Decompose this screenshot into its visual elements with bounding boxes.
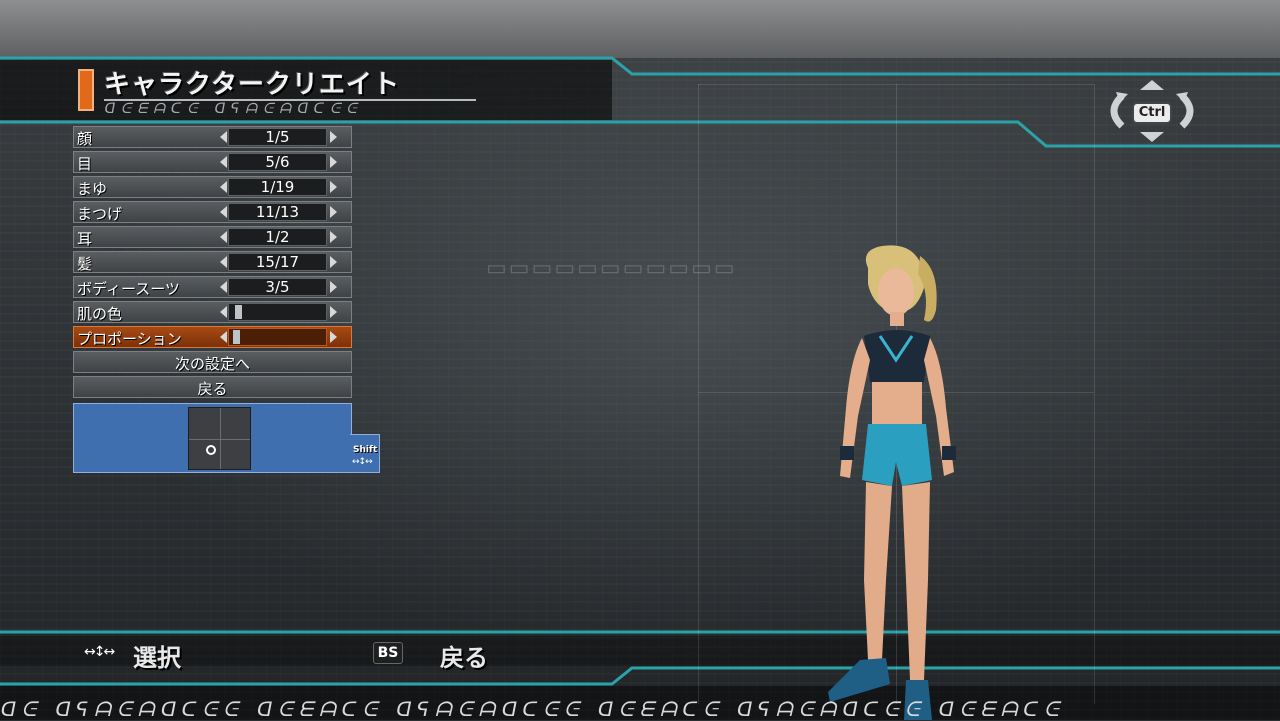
grid-line bbox=[220, 408, 221, 469]
dpad-icon: ↔↕↔ bbox=[84, 644, 115, 660]
left-arrow-icon[interactable] bbox=[220, 256, 227, 268]
left-arrow-icon[interactable] bbox=[220, 231, 227, 243]
row-label: 顔 bbox=[77, 130, 93, 148]
right-arrow-icon[interactable] bbox=[330, 131, 337, 143]
left-arrow-icon[interactable] bbox=[220, 331, 227, 343]
row-label: プロポーション bbox=[77, 330, 182, 348]
right-arrow-icon[interactable] bbox=[330, 256, 337, 268]
menu-row-hair[interactable]: 髪 15/17 bbox=[73, 251, 352, 273]
right-arrow-icon[interactable] bbox=[330, 306, 337, 318]
row-label: まつげ bbox=[77, 205, 123, 223]
row-value: 3/5 bbox=[265, 278, 290, 296]
menu-row-eyes[interactable]: 目 5/6 bbox=[73, 151, 352, 173]
back-button[interactable]: 戻る bbox=[73, 376, 352, 398]
viewport-border bbox=[1094, 84, 1095, 704]
position-grid[interactable] bbox=[188, 407, 251, 470]
menu-row-skin-color[interactable]: 肌の色 bbox=[73, 301, 352, 323]
slider-knob[interactable] bbox=[232, 330, 240, 344]
viewport-border bbox=[698, 84, 699, 704]
creation-menu: 顔 1/5 目 5/6 まゆ 1/19 まつげ 11/13 耳 1/2 髪 15… bbox=[73, 126, 352, 401]
menu-row-bodysuit[interactable]: ボディースーツ 3/5 bbox=[73, 276, 352, 298]
menu-row-face[interactable]: 顔 1/5 bbox=[73, 126, 352, 148]
bottom-decoration: ᗡᕮ ᗡᕋᗩᕮᗩᗡᑕᕮᕮ ᗡᕮᗴᗩᑕᕮ ᗡᕋᗩᕮᗩᗡᑕᕮᕮ ᗡᕮᗴᗩᑕᕮ ᗡᕋᗩ… bbox=[0, 697, 1065, 721]
ctrl-key-badge: Ctrl bbox=[1132, 102, 1172, 124]
right-arrow-icon[interactable] bbox=[330, 181, 337, 193]
button-label: 戻る bbox=[197, 380, 228, 398]
row-value: 15/17 bbox=[255, 253, 300, 271]
right-arrow-icon[interactable] bbox=[330, 231, 337, 243]
slider-track[interactable] bbox=[228, 328, 327, 346]
title-accent-bar bbox=[78, 69, 94, 111]
right-arrow-icon[interactable] bbox=[330, 281, 337, 293]
row-value: 5/6 bbox=[265, 153, 290, 171]
right-arrow-icon[interactable] bbox=[330, 206, 337, 218]
shift-key-label: Shift bbox=[353, 445, 378, 455]
bs-key-badge: BS bbox=[373, 642, 403, 664]
row-label: 肌の色 bbox=[77, 305, 123, 323]
row-label: 耳 bbox=[77, 230, 93, 248]
menu-row-proportion[interactable]: プロポーション bbox=[73, 326, 352, 348]
character-model bbox=[828, 245, 956, 720]
row-value: 11/13 bbox=[255, 203, 300, 221]
menu-row-eyelashes[interactable]: まつげ 11/13 bbox=[73, 201, 352, 223]
left-arrow-icon[interactable] bbox=[220, 131, 227, 143]
row-label: まゆ bbox=[77, 180, 108, 198]
button-label: 次の設定へ bbox=[174, 355, 250, 373]
crosshair-icon[interactable] bbox=[206, 445, 216, 455]
next-settings-button[interactable]: 次の設定へ bbox=[73, 351, 352, 373]
menu-row-eyebrows[interactable]: まゆ 1/19 bbox=[73, 176, 352, 198]
menu-row-ears[interactable]: 耳 1/2 bbox=[73, 226, 352, 248]
row-value: 1/19 bbox=[260, 178, 295, 196]
left-arrow-icon[interactable] bbox=[220, 156, 227, 168]
slider-track[interactable] bbox=[228, 303, 327, 321]
left-arrow-icon[interactable] bbox=[220, 181, 227, 193]
row-value: 1/2 bbox=[265, 228, 290, 246]
right-arrow-icon[interactable] bbox=[330, 156, 337, 168]
slider-knob[interactable] bbox=[234, 305, 242, 319]
arrow-keys-icon: ↔↕↔ bbox=[352, 457, 373, 467]
row-label: 髪 bbox=[77, 255, 93, 273]
row-label: 目 bbox=[77, 155, 93, 173]
row-label: ボディースーツ bbox=[77, 280, 180, 298]
hint-back-label: 戻る bbox=[440, 644, 488, 672]
hint-select-label: 選択 bbox=[133, 644, 181, 672]
page-subtitle: ᗡᕮᗴᗩᑕᕮ ᗡᕋᗩᕮᗩᗡᑕᕮᕮ bbox=[104, 101, 363, 117]
left-arrow-icon[interactable] bbox=[220, 281, 227, 293]
row-value: 1/5 bbox=[265, 128, 290, 146]
left-arrow-icon[interactable] bbox=[220, 306, 227, 318]
page-title: キャラクタークリエイト bbox=[104, 70, 400, 100]
right-arrow-icon[interactable] bbox=[330, 331, 337, 343]
left-arrow-icon[interactable] bbox=[220, 206, 227, 218]
